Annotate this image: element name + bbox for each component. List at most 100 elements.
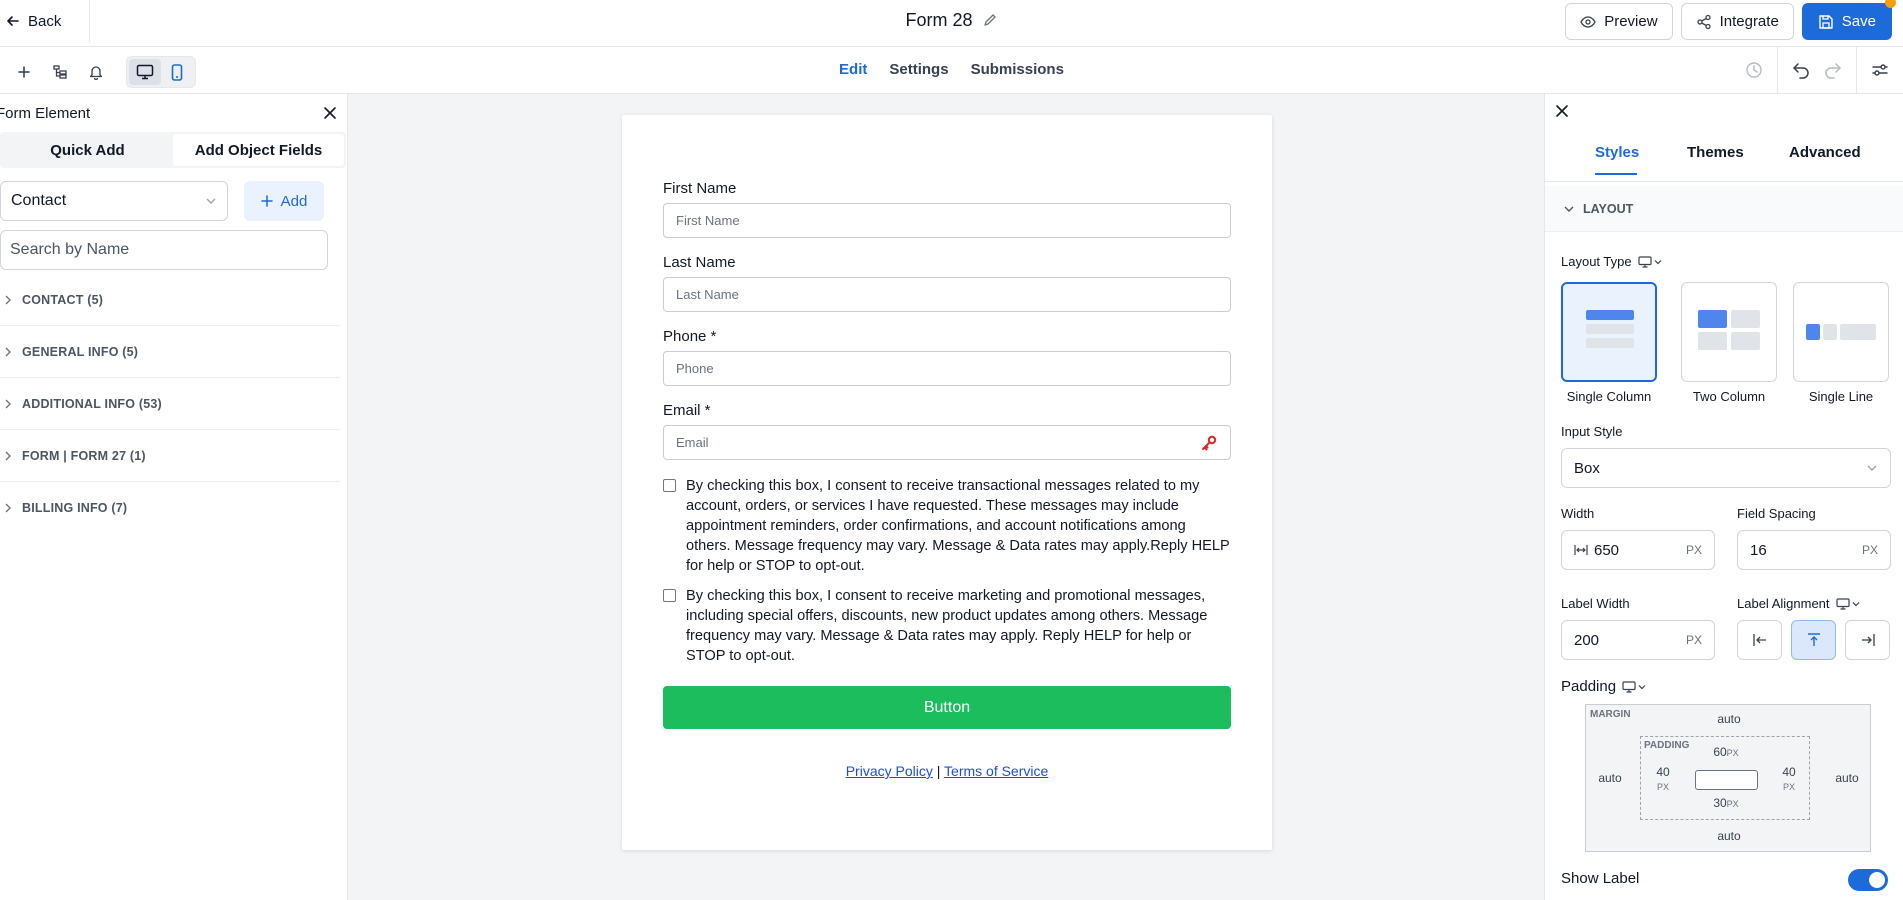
field-last-name[interactable]: Last Name	[663, 254, 1231, 312]
object-select[interactable]: Contact	[0, 181, 228, 221]
integrate-label: Integrate	[1719, 13, 1779, 30]
margin-right-value[interactable]: auto	[1827, 771, 1867, 785]
search-field[interactable]	[0, 230, 328, 270]
pencil-icon[interactable]	[982, 12, 998, 33]
eye-icon	[1580, 14, 1596, 30]
chevron-right-icon	[4, 450, 12, 462]
field-email[interactable]: Email *	[663, 402, 1231, 460]
email-input[interactable]	[676, 435, 1200, 450]
preview-button[interactable]: Preview	[1565, 3, 1673, 40]
padding-unit: PX	[1656, 782, 1669, 792]
align-right-button[interactable]	[1845, 620, 1890, 660]
undo-icon[interactable]	[1792, 61, 1810, 79]
last-name-input[interactable]	[676, 287, 1218, 302]
padding-label: Padding	[1561, 678, 1617, 695]
tab-add-object-fields[interactable]: Add Object Fields	[173, 134, 344, 166]
save-button[interactable]: Save	[1801, 0, 1896, 40]
search-input[interactable]	[10, 241, 318, 259]
style-panel-tabs: Styles Themes Advanced	[1545, 140, 1903, 182]
tab-settings[interactable]: Settings	[889, 61, 948, 78]
redo-icon[interactable]	[1824, 61, 1842, 79]
width-value: 650	[1594, 541, 1620, 559]
label-width-input[interactable]: 200 PX	[1561, 620, 1715, 660]
layout-type-row: Layout Type	[1561, 254, 1662, 269]
padding-unit: PX	[1726, 799, 1739, 809]
close-icon[interactable]	[323, 106, 337, 120]
layout-single-line[interactable]	[1793, 282, 1889, 382]
layout-two-column[interactable]	[1681, 282, 1777, 382]
label-width-unit: PX	[1685, 633, 1702, 647]
consent-transactional: By checking this box, I consent to recei…	[663, 476, 1231, 576]
spacing-box-model: MARGIN auto auto auto auto PADDING 60PX …	[1585, 704, 1871, 852]
clock-history-icon[interactable]	[1745, 61, 1763, 79]
terms-of-service-link[interactable]: Terms of Service	[944, 763, 1048, 779]
layout-section-header[interactable]: LAYOUT	[1545, 186, 1903, 232]
tab-advanced[interactable]: Advanced	[1789, 140, 1861, 161]
close-icon[interactable]	[1555, 104, 1569, 118]
chevron-right-icon	[4, 502, 12, 514]
tab-edit[interactable]: Edit	[839, 61, 867, 78]
category-general-info[interactable]: GENERAL INFO (5)	[0, 326, 340, 378]
label-width-value: 200	[1574, 631, 1600, 649]
padding-row: Padding	[1561, 678, 1646, 695]
category-contact[interactable]: CONTACT (5)	[0, 274, 340, 326]
padding-left-number: 40	[1656, 765, 1670, 779]
sliders-icon[interactable]	[1871, 62, 1889, 78]
integrate-button[interactable]: Integrate	[1680, 3, 1794, 40]
category-additional-info[interactable]: ADDITIONAL INFO (53)	[0, 378, 340, 430]
field-spacing-input[interactable]: 16 PX	[1737, 530, 1891, 570]
tab-submissions[interactable]: Submissions	[971, 61, 1064, 78]
field-spacing-value: 16	[1750, 541, 1767, 559]
padding-top-value[interactable]: 60PX	[1701, 745, 1751, 759]
padding-bottom-value[interactable]: 30PX	[1701, 796, 1751, 810]
privacy-policy-link[interactable]: Privacy Policy	[846, 763, 933, 779]
tab-styles[interactable]: Styles	[1595, 140, 1639, 161]
input-box	[663, 203, 1231, 238]
preview-label: Preview	[1604, 13, 1658, 30]
field-phone[interactable]: Phone *	[663, 328, 1231, 386]
margin-bottom-value[interactable]: auto	[1709, 829, 1749, 843]
plus-icon	[260, 195, 273, 207]
show-label-toggle[interactable]	[1848, 869, 1888, 891]
tab-quick-add[interactable]: Quick Add	[2, 134, 173, 166]
undo-redo-section	[1777, 47, 1856, 93]
marketing-checkbox[interactable]	[663, 589, 676, 602]
phone-input[interactable]	[676, 361, 1218, 376]
align-top-button[interactable]	[1791, 620, 1836, 660]
policy-links: Privacy Policy | Terms of Service	[663, 763, 1231, 779]
chevron-right-icon	[4, 294, 12, 306]
layout-type-label: Layout Type	[1561, 254, 1632, 269]
transactional-checkbox[interactable]	[663, 479, 676, 492]
width-input[interactable]: 650 PX	[1561, 530, 1715, 570]
chevron-down-icon	[205, 197, 217, 205]
style-panel: Styles Themes Advanced LAYOUT Layout Typ…	[1544, 94, 1903, 900]
submit-button[interactable]: Button	[663, 686, 1231, 729]
padding-left-value[interactable]: 40 PX	[1643, 765, 1683, 793]
label-width-label: Label Width	[1561, 596, 1630, 611]
monitor-icon[interactable]	[1637, 255, 1662, 268]
category-form-27[interactable]: FORM | FORM 27 (1)	[0, 430, 340, 482]
chevron-down-icon	[1563, 205, 1575, 213]
add-button[interactable]: Add	[244, 181, 324, 221]
form-title-text[interactable]: Form 28	[905, 10, 972, 30]
input-style-select[interactable]: Box	[1561, 448, 1891, 488]
field-first-name[interactable]: First Name	[663, 180, 1231, 238]
monitor-icon[interactable]	[1835, 597, 1860, 610]
key-icon[interactable]	[1200, 434, 1218, 452]
field-label: Last Name	[663, 254, 736, 271]
margin-left-value[interactable]: auto	[1590, 771, 1630, 785]
margin-top-value[interactable]: auto	[1709, 712, 1749, 726]
layout-single-column[interactable]	[1561, 282, 1657, 382]
category-label: BILLING INFO (7)	[22, 501, 128, 515]
object-select-row: Contact Add	[0, 181, 347, 221]
tab-themes[interactable]: Themes	[1687, 140, 1744, 161]
align-left-button[interactable]	[1737, 620, 1782, 660]
monitor-icon[interactable]	[1622, 680, 1646, 693]
field-label: Email *	[663, 402, 711, 419]
margin-title: MARGIN	[1590, 709, 1631, 720]
input-box	[663, 351, 1231, 386]
padding-unit: PX	[1726, 748, 1739, 758]
padding-right-value[interactable]: 40 PX	[1769, 765, 1809, 793]
category-billing-info[interactable]: BILLING INFO (7)	[0, 482, 340, 534]
first-name-input[interactable]	[676, 213, 1218, 228]
